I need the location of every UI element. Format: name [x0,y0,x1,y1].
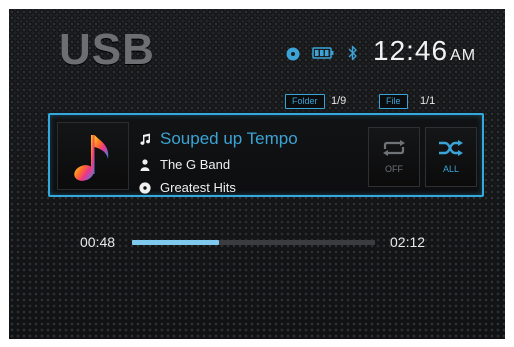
elapsed-time: 00:48 [80,234,116,250]
total-time: 02:12 [390,234,426,250]
progress-fill [132,240,220,245]
now-playing-panel: Souped up Tempo The G Band Greatest Hits… [48,113,484,197]
progress-bar[interactable] [132,240,375,245]
repeat-label: OFF [385,164,403,174]
clock-time: 12:46 [373,35,449,66]
disc-icon [138,181,152,195]
album-art [57,122,129,190]
shuffle-icon [439,140,463,156]
album-row: Greatest Hits [138,180,236,195]
track-title: Souped up Tempo [160,129,298,148]
bluetooth-icon [348,45,358,61]
clock-ampm: AM [450,47,477,64]
disc-icon [286,47,300,61]
battery-icon [312,47,334,59]
artist-name: The G Band [160,157,231,172]
repeat-icon [383,140,405,156]
source-title: USB [59,25,155,74]
file-count: 1/1 [420,95,436,107]
repeat-button[interactable]: OFF [368,127,420,187]
file-label[interactable]: File [379,94,408,109]
folder-label[interactable]: Folder [285,94,325,109]
shuffle-label: ALL [442,164,459,174]
track-title-row: Souped up Tempo [138,129,298,149]
artist-row: The G Band [138,157,230,172]
album-name: Greatest Hits [160,180,236,195]
clock: 12:46 AM [373,35,476,67]
folder-count: 1/9 [331,95,347,107]
media-player-screen: USB 12:46 AM Folder 1/9 File 1/1 Souped … [9,9,505,339]
person-icon [138,158,152,172]
music-note-icon [138,132,152,146]
shuffle-button[interactable]: ALL [425,127,477,187]
music-note-icon [74,135,109,181]
